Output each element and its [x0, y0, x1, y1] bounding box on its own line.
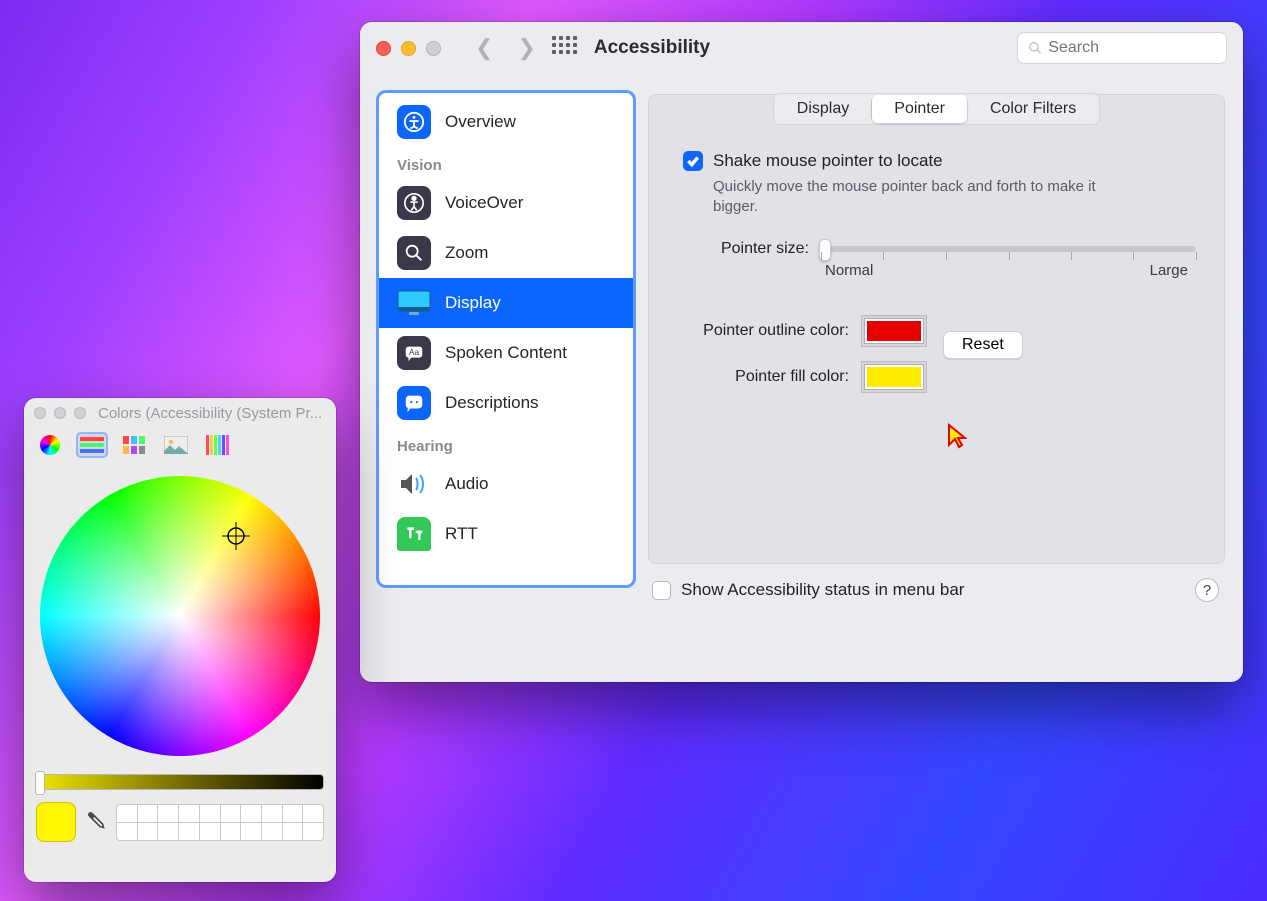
minimize-icon [54, 407, 66, 419]
outline-color-swatch[interactable] [861, 315, 927, 347]
sidebar-item-label: Descriptions [445, 393, 539, 413]
search-icon [1028, 40, 1042, 56]
zoom-icon [397, 236, 431, 270]
help-button[interactable]: ? [1195, 578, 1219, 602]
window-controls [376, 41, 441, 56]
fullscreen-icon [74, 407, 86, 419]
sidebar-item-overview[interactable]: Overview [379, 97, 633, 147]
sidebar-item-descriptions[interactable]: Descriptions [379, 378, 633, 428]
sidebar-item-display[interactable]: Display [379, 278, 633, 328]
page-title: Accessibility [594, 37, 710, 59]
rtt-icon [397, 517, 431, 551]
pointer-settings-card: Display Pointer Color Filters Shake mous… [648, 94, 1225, 564]
spoken-content-icon: Aa [397, 336, 431, 370]
descriptions-icon [397, 386, 431, 420]
sidebar-item-label: VoiceOver [445, 193, 523, 213]
reset-button[interactable]: Reset [943, 331, 1023, 359]
search-field[interactable] [1017, 32, 1227, 64]
colors-window: Colors (Accessibility (System Pr... [24, 398, 336, 882]
brightness-slider[interactable] [36, 774, 324, 790]
sidebar-heading-vision: Vision [379, 147, 633, 178]
fullscreen-icon [426, 41, 441, 56]
sidebar-item-voiceover[interactable]: VoiceOver [379, 178, 633, 228]
palettes-tab[interactable] [118, 432, 150, 458]
pencils-icon [205, 435, 231, 455]
overview-icon [397, 105, 431, 139]
tab-pointer[interactable]: Pointer [872, 95, 967, 123]
outline-color-label: Pointer outline color: [669, 322, 849, 340]
tab-color-filters[interactable]: Color Filters [968, 95, 1098, 123]
sidebar-item-zoom[interactable]: Zoom [379, 228, 633, 278]
fill-color-swatch[interactable] [861, 361, 927, 393]
footer: Show Accessibility status in menu bar ? [648, 564, 1225, 616]
menubar-status-label: Show Accessibility status in menu bar [681, 580, 964, 600]
color-wheel-icon [40, 435, 60, 455]
sidebar-item-label: Overview [445, 112, 516, 132]
close-icon[interactable] [34, 407, 46, 419]
cursor-icon [947, 423, 967, 454]
tab-display[interactable]: Display [775, 95, 871, 123]
back-icon[interactable]: ❮ [475, 35, 493, 61]
sidebar-heading-hearing: Hearing [379, 428, 633, 459]
sidebar-item-label: Spoken Content [445, 343, 567, 363]
pointer-size-label: Pointer size: [709, 240, 809, 258]
color-wheel[interactable] [24, 466, 336, 766]
sidebar-item-label: RTT [445, 524, 478, 544]
shake-help-text: Quickly move the mouse pointer back and … [713, 177, 1143, 218]
pointer-size-slider[interactable] [821, 246, 1196, 252]
sidebar-item-label: Display [445, 293, 501, 313]
slider-knob[interactable] [35, 771, 45, 795]
voiceover-icon [397, 186, 431, 220]
picker-mode-tabs [24, 428, 336, 466]
accessibility-window: ❮ ❯ Accessibility Overview Vision [360, 22, 1243, 682]
saved-swatches[interactable] [116, 804, 324, 841]
colors-title: Colors (Accessibility (System Pr... [98, 405, 322, 422]
eyedropper-icon[interactable] [86, 810, 106, 835]
shake-label: Shake mouse pointer to locate [713, 151, 943, 171]
menubar-status-checkbox[interactable] [652, 581, 671, 600]
image-tab[interactable] [160, 432, 192, 458]
sliders-tab[interactable] [76, 432, 108, 458]
search-input[interactable] [1048, 39, 1216, 57]
forward-icon: ❯ [517, 35, 535, 61]
close-icon[interactable] [376, 41, 391, 56]
sidebar-item-label: Zoom [445, 243, 488, 263]
display-icon [397, 286, 431, 320]
sliders-icon [80, 436, 104, 454]
minimize-icon[interactable] [401, 41, 416, 56]
svg-text:Aa: Aa [409, 348, 420, 357]
toolbar: ❮ ❯ Accessibility [360, 22, 1243, 74]
audio-icon [397, 467, 431, 501]
slider-max-label: Large [1150, 262, 1188, 279]
content-pane: Display Pointer Color Filters Shake mous… [648, 90, 1225, 682]
nav-arrows: ❮ ❯ [475, 35, 536, 61]
sidebar-item-audio[interactable]: Audio [379, 459, 633, 509]
tab-group: Display Pointer Color Filters [773, 93, 1100, 125]
sidebar: Overview Vision VoiceOver Zoom [376, 90, 636, 588]
colors-titlebar: Colors (Accessibility (System Pr... [24, 398, 336, 428]
sidebar-item-rtt[interactable]: RTT [379, 509, 633, 559]
pencils-tab[interactable] [202, 432, 234, 458]
shake-checkbox[interactable] [683, 151, 703, 171]
fill-color-label: Pointer fill color: [669, 368, 849, 386]
sidebar-item-label: Audio [445, 474, 488, 494]
slider-min-label: Normal [825, 262, 873, 279]
sidebar-item-spoken-content[interactable]: Aa Spoken Content [379, 328, 633, 378]
grid-icon[interactable] [552, 36, 576, 60]
palette-icon [123, 436, 145, 454]
wheel-tab[interactable] [34, 432, 66, 458]
current-color-swatch[interactable] [36, 802, 76, 842]
image-icon [164, 436, 188, 454]
